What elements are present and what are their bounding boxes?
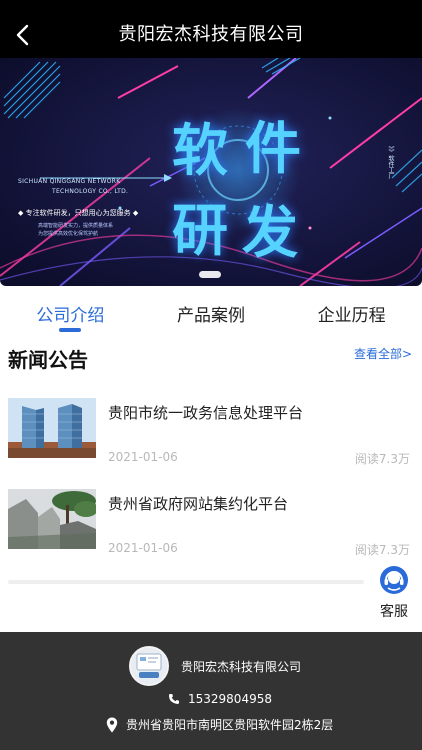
news-title: 贵阳市统一政务信息处理平台 xyxy=(108,404,304,422)
banner-subline-2: 为您提供高效优化保驾护航 xyxy=(38,231,99,237)
news-thumbnail xyxy=(8,398,96,458)
news-read-count: 阅读7.3万 xyxy=(354,543,410,557)
news-title: 贵州省政府网站集约化平台 xyxy=(108,495,289,513)
customer-service-label: 客服 xyxy=(380,604,408,620)
phone-icon xyxy=(169,694,179,704)
banner-carousel[interactable]: 软 件 研 发 SICHUAN QINGGANG NETWORK TECHNOL… xyxy=(0,58,422,286)
banner-char-1: 软 xyxy=(172,119,228,184)
view-all-link[interactable]: 查看全部> xyxy=(354,345,412,362)
news-item[interactable]: 贵州省政府网站集约化平台 2021-01-06 阅读7.3万 xyxy=(0,489,422,569)
news-date: 2021-01-06 xyxy=(108,450,178,464)
scroll-divider xyxy=(8,580,364,584)
tab-company-history[interactable]: 企业历程 xyxy=(281,290,422,336)
tab-product-cases[interactable]: 产品案例 xyxy=(141,290,282,336)
carousel-indicator[interactable] xyxy=(199,271,221,278)
footer-address: 贵州省贵阳市南明区贵阳软件园2栋2层 xyxy=(126,718,334,732)
footer-company-name: 贵阳宏杰科技有限公司 xyxy=(181,660,302,674)
tab-company-intro[interactable]: 公司介绍 xyxy=(0,290,141,336)
top-bar: 贵阳宏杰科技有限公司 xyxy=(0,0,422,66)
tab-label: 产品案例 xyxy=(177,305,245,326)
tab-label: 公司介绍 xyxy=(36,305,105,326)
footer-phone-number[interactable]: 15329804958 xyxy=(188,692,272,706)
chevron-left-icon xyxy=(16,24,29,46)
banner-slogan: ◆ 专注软件研发，只想用心为您服务 ◆ xyxy=(18,209,139,217)
banner-char-3: 研 xyxy=(172,199,228,264)
customer-service-button[interactable]: 客服 xyxy=(372,565,416,627)
news-thumbnail xyxy=(8,489,96,549)
location-pin-icon xyxy=(106,717,118,732)
section-title: 新闻公告 xyxy=(8,348,88,372)
tab-label: 企业历程 xyxy=(317,305,386,326)
back-button[interactable] xyxy=(6,18,40,52)
news-item[interactable]: 贵阳市统一政务信息处理平台 2021-01-06 阅读7.3万 xyxy=(0,398,422,478)
headset-icon xyxy=(380,566,408,594)
tab-bar: 公司介绍 产品案例 企业历程 xyxy=(0,290,422,336)
footer-address-row: 贵州省贵阳市南明区贵阳软件园2栋2层 xyxy=(106,716,333,733)
banner-company-en-1: SICHUAN QINGGANG NETWORK xyxy=(18,178,121,185)
banner-side-text: 》》软件工厂 xyxy=(387,146,394,179)
banner-subline-1: 高端智能研发实力，提供质量体系 xyxy=(38,223,114,229)
page-title: 贵阳宏杰科技有限公司 xyxy=(118,24,304,45)
news-read-count: 阅读7.3万 xyxy=(354,452,410,466)
news-date: 2021-01-06 xyxy=(108,541,178,555)
banner-char-2: 件 xyxy=(245,117,301,182)
footer: 贵阳宏杰科技有限公司 15329804958 贵州省贵阳市南明区贵阳软件园2栋2… xyxy=(0,632,422,750)
footer-phone-row[interactable]: 15329804958 xyxy=(168,692,272,706)
active-tab-indicator xyxy=(59,328,82,332)
company-logo[interactable] xyxy=(129,646,169,686)
banner-char-4: 发 xyxy=(242,201,298,266)
banner-company-en-2: TECHNOLOGY CO., LTD. xyxy=(52,188,129,195)
